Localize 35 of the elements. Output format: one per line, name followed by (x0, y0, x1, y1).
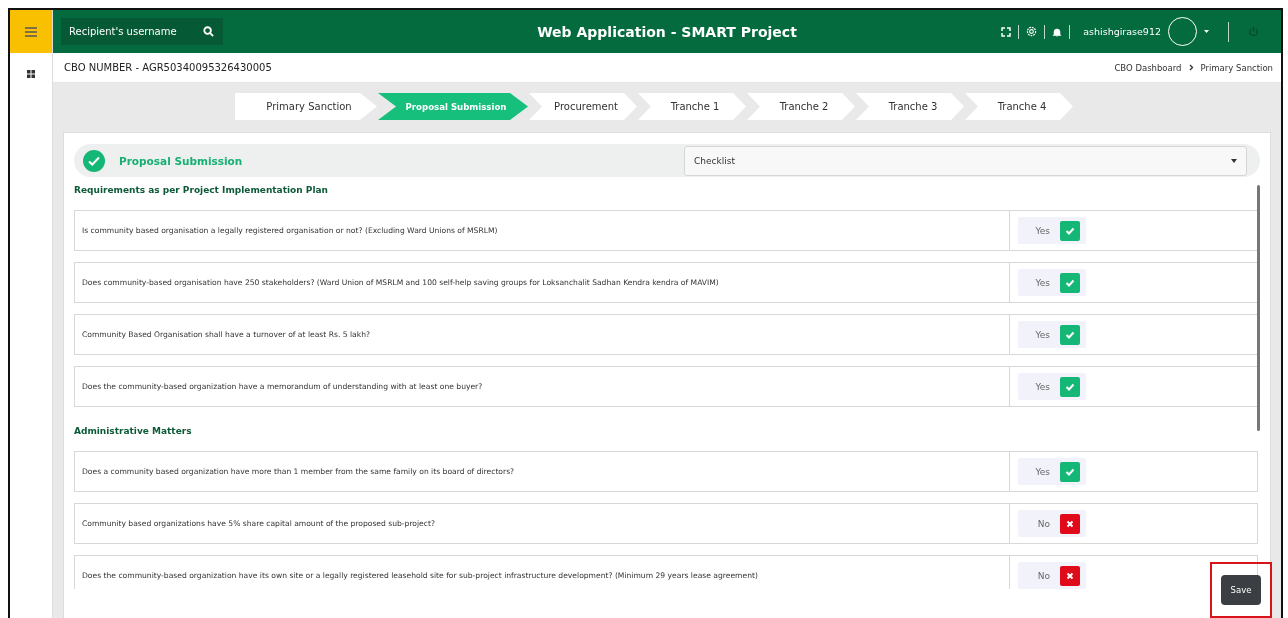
step-tab[interactable]: Tranche 4 (965, 93, 1073, 120)
section-heading: Administrative Matters (74, 425, 193, 438)
save-button[interactable]: Save (1221, 575, 1261, 605)
answer-toggle[interactable]: No (1018, 510, 1086, 537)
panel-title: Proposal Submission (119, 154, 243, 167)
search-icon[interactable] (203, 26, 214, 37)
step-tab[interactable]: Procurement (529, 93, 637, 120)
caret-icon[interactable] (1204, 30, 1209, 33)
step-tab[interactable]: Primary Sanction (235, 93, 377, 120)
username[interactable]: ashishgirase912 (1083, 26, 1161, 37)
cbo-number: CBO NUMBER - AGR50340095326430005 (64, 62, 272, 73)
menu-button[interactable] (10, 10, 52, 53)
section-heading: Requirements as per Project Implementation Plan (74, 184, 329, 197)
step-tab[interactable]: Tranche 3 (856, 93, 964, 120)
search-field[interactable]: Recipient's username (61, 18, 223, 45)
fullscreen-icon[interactable] (1001, 26, 1012, 37)
step-tab[interactable]: Tranche 1 (638, 93, 746, 120)
scrollbar-drawing[interactable] (1257, 185, 1260, 431)
menu-icon (25, 26, 37, 37)
answer-toggle[interactable]: Yes (1018, 269, 1086, 296)
answer-toggle[interactable]: Yes (1018, 217, 1086, 244)
caret-icon (1231, 158, 1237, 163)
settings-icon[interactable] (1026, 26, 1038, 37)
answer-toggle[interactable]: Yes (1018, 321, 1086, 348)
answer-toggle[interactable]: Yes (1018, 373, 1086, 400)
checklist-dropdown[interactable]: Checklist (684, 145, 1247, 176)
app-title: Web Application - SMART Project (536, 23, 798, 40)
answer-toggle[interactable]: No (1018, 562, 1086, 589)
grid-icon[interactable] (27, 70, 35, 78)
answer-toggle[interactable]: Yes (1018, 458, 1086, 485)
breadcrumb-link[interactable]: CBO Dashboard (1114, 62, 1182, 73)
step-tab[interactable]: Tranche 2 (747, 93, 855, 120)
bell-icon[interactable] (1052, 26, 1063, 37)
breadcrumb-link[interactable]: Primary Sanction (1200, 62, 1273, 73)
chevron-icon (1188, 64, 1194, 71)
